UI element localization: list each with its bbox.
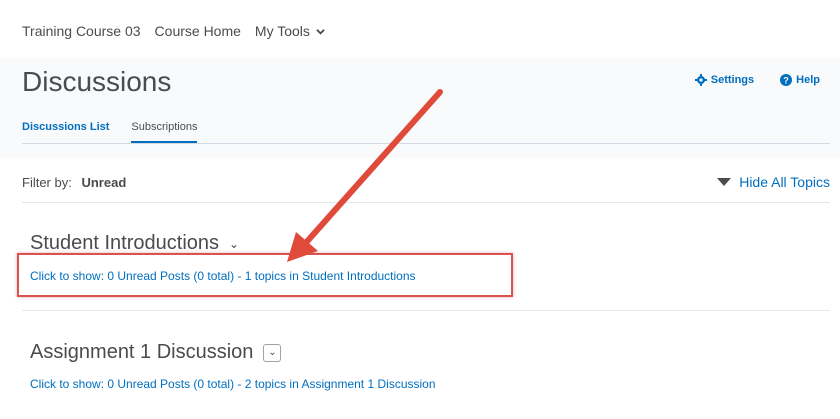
annotation-arrow-icon: [287, 89, 443, 262]
